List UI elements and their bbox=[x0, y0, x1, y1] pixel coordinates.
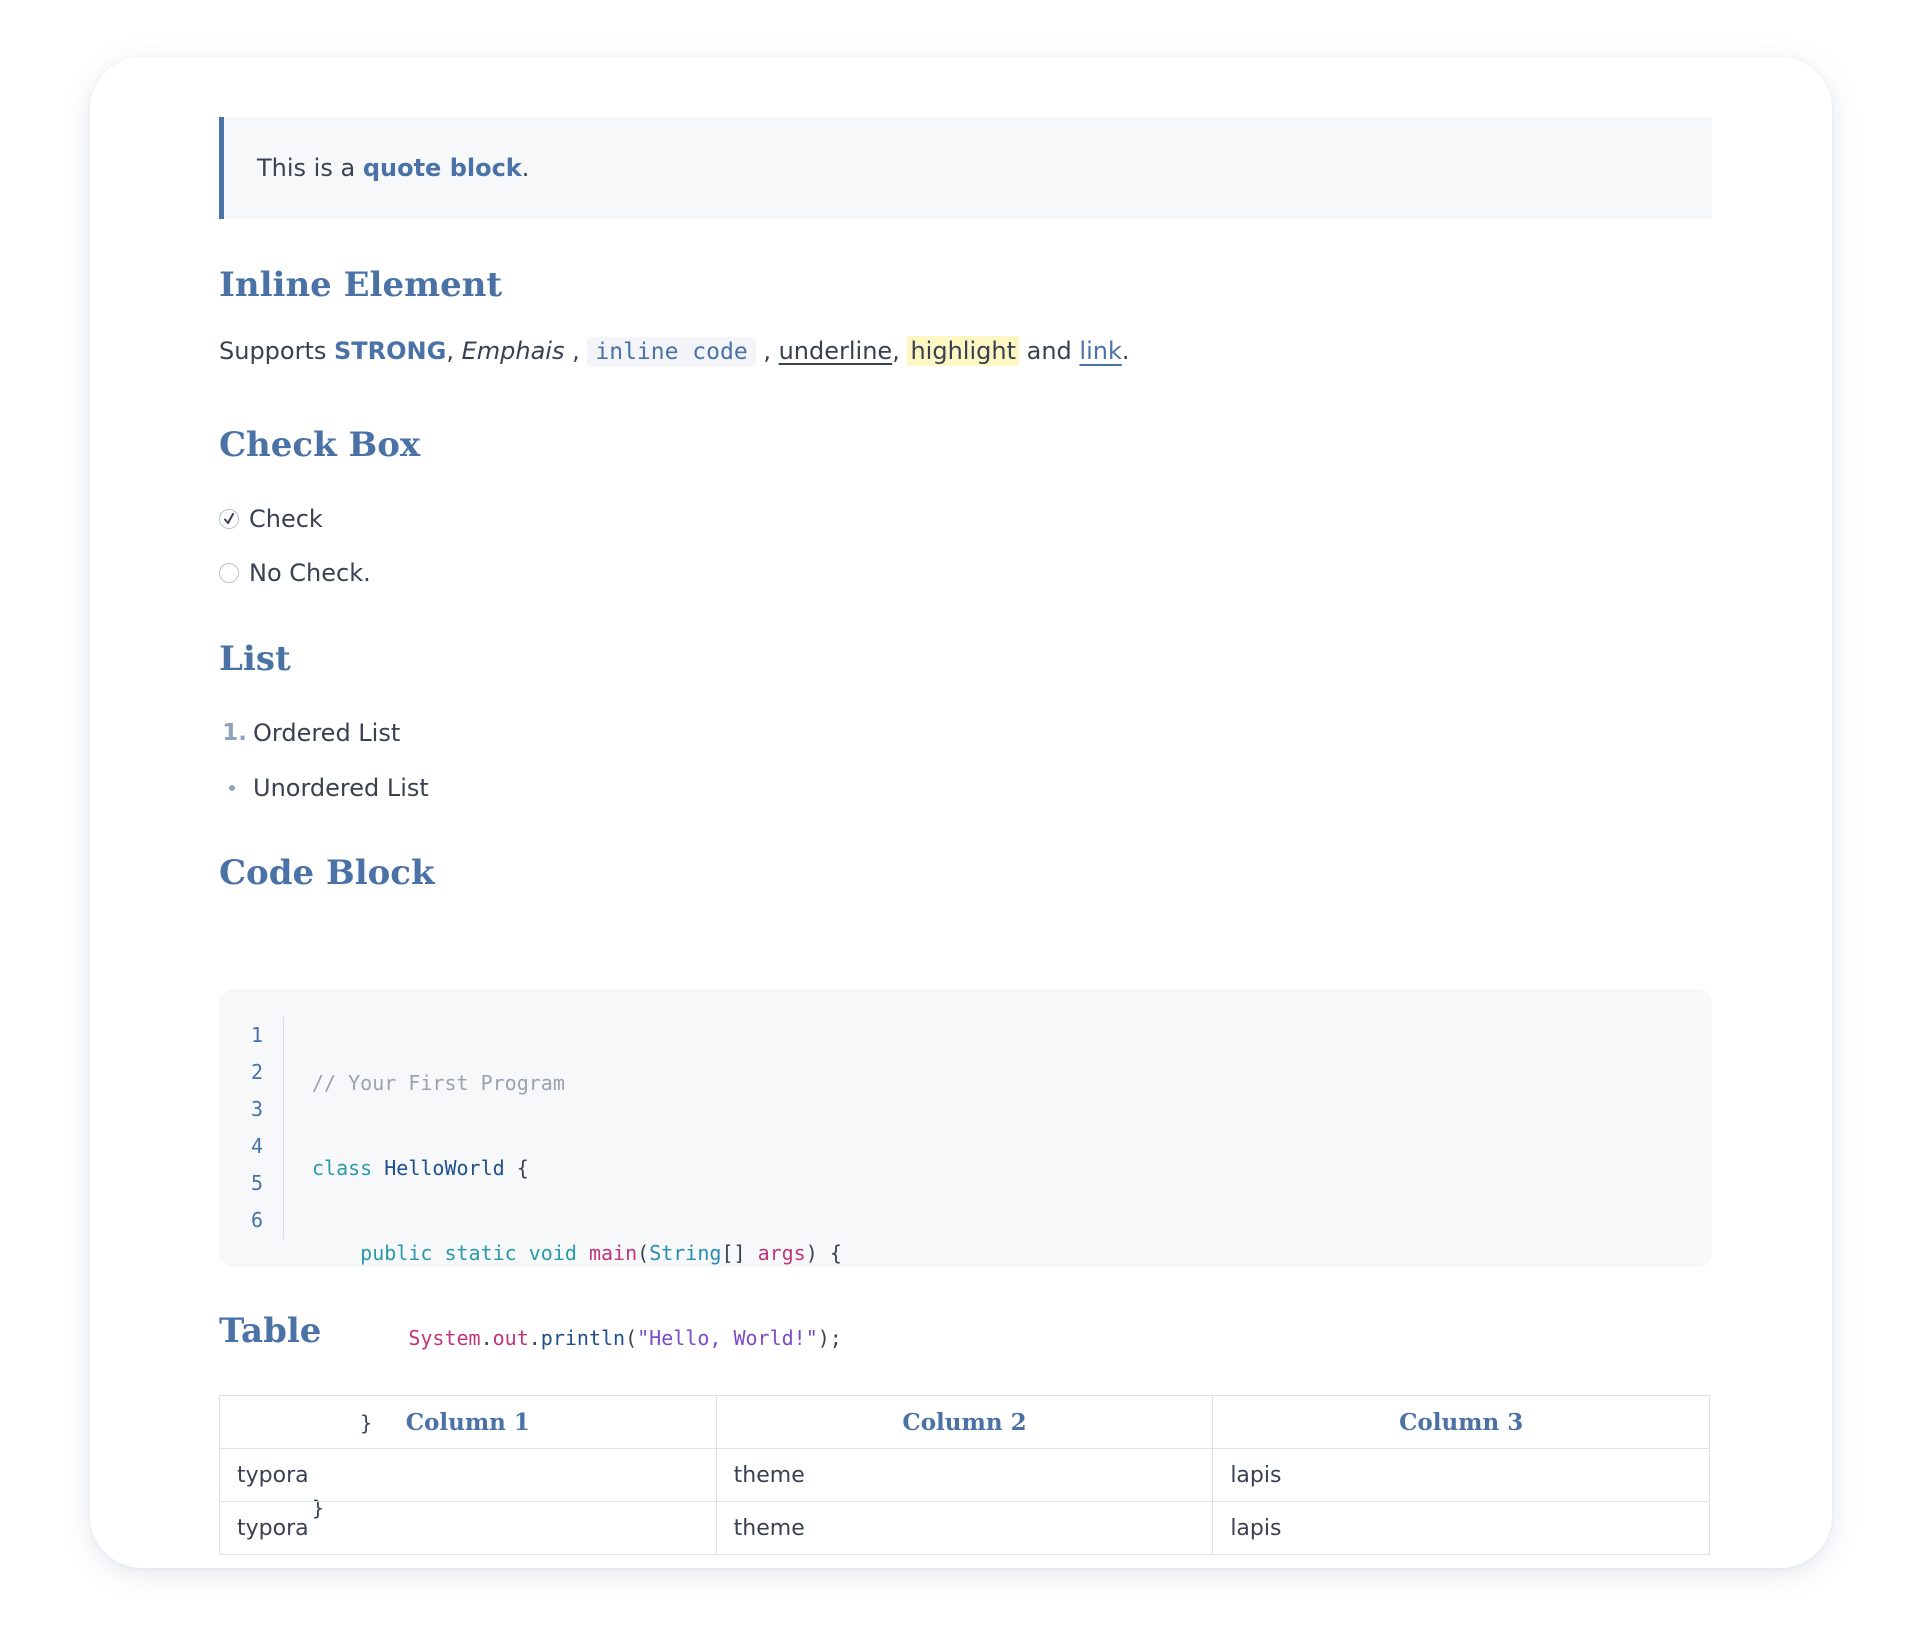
table-cell[interactable]: typora bbox=[219, 1448, 717, 1502]
table-cell[interactable]: typora bbox=[219, 1501, 717, 1555]
emphasis-text: Emphais bbox=[461, 337, 565, 365]
ordered-item-label: Ordered List bbox=[253, 719, 401, 747]
strong-text: STRONG bbox=[334, 337, 447, 365]
sep-1: , bbox=[446, 337, 462, 365]
quote-strong: quote block bbox=[362, 154, 522, 182]
line-number: 4 bbox=[250, 1134, 263, 1158]
and-text: and bbox=[1018, 337, 1080, 365]
link[interactable]: link bbox=[1079, 337, 1121, 365]
line-number: 2 bbox=[250, 1060, 263, 1084]
heading-check-box: Check Box bbox=[219, 425, 421, 465]
data-table: Column 1 Column 2 Column 3 typora theme … bbox=[219, 1395, 1710, 1555]
code-line: public static void main(String[] args) { bbox=[312, 1235, 842, 1272]
code-punctuation: ); bbox=[817, 1326, 842, 1350]
code-keyword: public static void bbox=[360, 1241, 577, 1265]
sep-4: , bbox=[892, 337, 908, 365]
code-function: println bbox=[540, 1326, 626, 1350]
code-property: out bbox=[492, 1326, 529, 1350]
code-class-name: HelloWorld bbox=[384, 1156, 505, 1180]
code-punctuation: ( bbox=[637, 1241, 650, 1265]
code-punctuation: [] bbox=[721, 1241, 758, 1265]
checkbox-checked[interactable] bbox=[219, 509, 239, 529]
task-item-check[interactable]: Check bbox=[219, 499, 323, 539]
code-parameter: args bbox=[757, 1241, 806, 1265]
heading-list: List bbox=[219, 639, 291, 679]
line-number-gutter: 1 2 3 4 5 6 bbox=[219, 1017, 284, 1239]
code-object: System bbox=[408, 1326, 481, 1350]
code-line: System.out.println("Hello, World!"); bbox=[312, 1320, 842, 1357]
quote-prefix: This is a bbox=[257, 154, 356, 182]
code-type: String bbox=[649, 1241, 722, 1265]
ordered-list-item: 1. Ordered List bbox=[219, 713, 400, 753]
inline-code: inline code bbox=[587, 337, 756, 367]
line-number: 3 bbox=[250, 1097, 263, 1121]
table-cell[interactable]: theme bbox=[715, 1448, 1214, 1502]
heading-inline-element: Inline Element bbox=[219, 265, 503, 305]
code-punctuation: . bbox=[528, 1326, 541, 1350]
code-line: class HelloWorld { bbox=[312, 1150, 842, 1187]
supports-text: Supports bbox=[219, 337, 335, 365]
code-punctuation: . bbox=[480, 1326, 493, 1350]
bullet-icon bbox=[229, 785, 235, 791]
code-line: // Your First Program bbox=[312, 1065, 842, 1102]
heading-table: Table bbox=[219, 1311, 322, 1351]
task-label-check: Check bbox=[249, 505, 323, 533]
table-cell[interactable]: lapis bbox=[1212, 1501, 1710, 1555]
code-comment: // Your First Program bbox=[312, 1071, 565, 1095]
sep-2: , bbox=[564, 337, 588, 365]
ordered-number: 1. bbox=[222, 720, 247, 746]
column-header[interactable]: Column 1 bbox=[219, 1395, 717, 1449]
line-number: 1 bbox=[250, 1023, 263, 1047]
code-block[interactable]: 1 2 3 4 5 6 // Your First Program class … bbox=[219, 989, 1712, 1520]
code-string: "Hello, World!" bbox=[637, 1326, 818, 1350]
document-card: This is a quote block. Inline Element Su… bbox=[90, 57, 1832, 1568]
line-number: 5 bbox=[250, 1171, 263, 1195]
code-punctuation: ) { bbox=[805, 1241, 842, 1265]
unordered-item-label: Unordered List bbox=[253, 774, 429, 802]
table-header-row: Column 1 Column 2 Column 3 bbox=[219, 1395, 1710, 1449]
task-item-no-check[interactable]: No Check. bbox=[219, 553, 371, 593]
inline-paragraph: Supports STRONG, Emphais , inline code ,… bbox=[219, 331, 1130, 372]
checkbox-unchecked[interactable] bbox=[219, 563, 239, 583]
heading-code-block: Code Block bbox=[219, 853, 435, 893]
code-punctuation: ( bbox=[625, 1326, 638, 1350]
document-content: This is a quote block. Inline Element Su… bbox=[219, 117, 1712, 1555]
code-keyword: class bbox=[312, 1156, 373, 1180]
underline-text: underline bbox=[778, 337, 893, 365]
unordered-list-item: Unordered List bbox=[219, 768, 429, 808]
code-function: main bbox=[588, 1241, 638, 1265]
sep-3: , bbox=[755, 337, 779, 365]
highlight-text: highlight bbox=[907, 336, 1019, 366]
table-row: typora theme lapis bbox=[219, 1501, 1710, 1555]
table-row: typora theme lapis bbox=[219, 1448, 1710, 1502]
quote-suffix: . bbox=[521, 154, 530, 182]
table-cell[interactable]: lapis bbox=[1212, 1448, 1710, 1502]
quote-block: This is a quote block. bbox=[219, 117, 1712, 219]
check-icon bbox=[224, 513, 234, 524]
column-header[interactable]: Column 2 bbox=[715, 1395, 1214, 1449]
code-punctuation: { bbox=[504, 1156, 529, 1180]
end-text: . bbox=[1121, 337, 1130, 365]
line-number: 6 bbox=[250, 1208, 263, 1232]
column-header[interactable]: Column 3 bbox=[1212, 1395, 1710, 1449]
table-cell[interactable]: theme bbox=[715, 1501, 1214, 1555]
task-label-no-check: No Check. bbox=[249, 559, 371, 587]
